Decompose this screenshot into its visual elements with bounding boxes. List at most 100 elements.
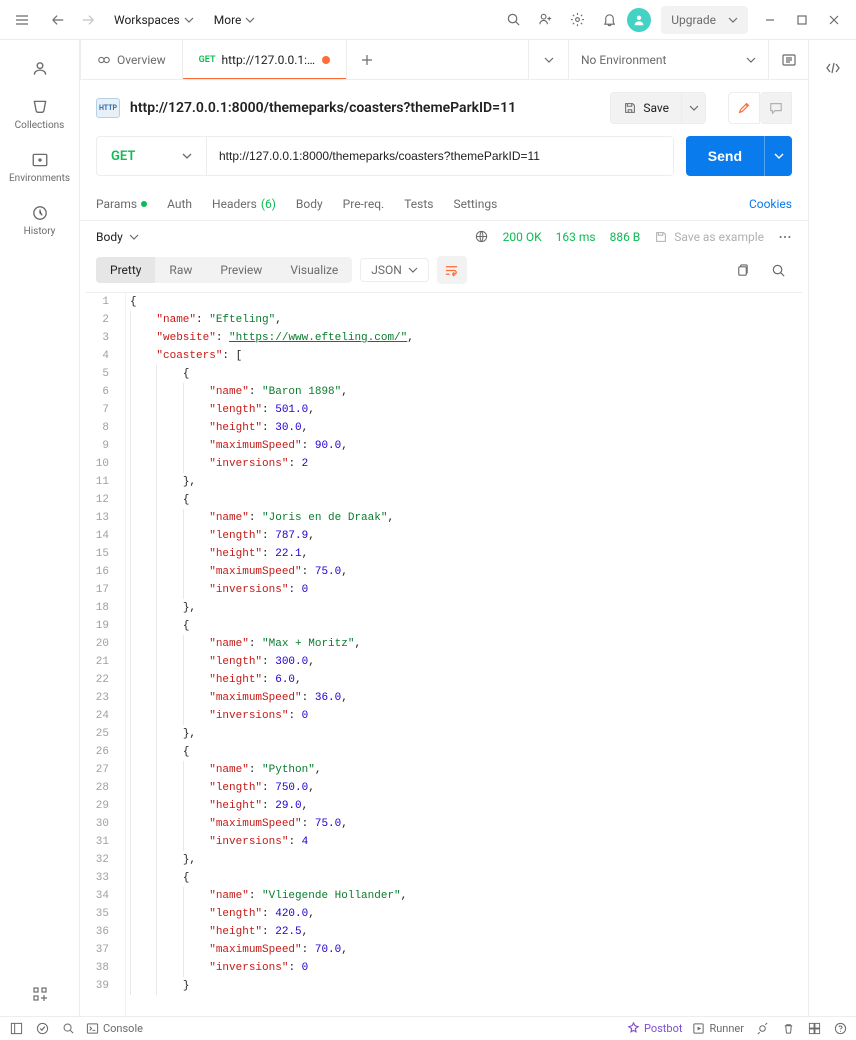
subtab-auth[interactable]: Auth xyxy=(167,197,192,211)
save-button[interactable]: Save xyxy=(610,92,682,124)
rail-configure[interactable] xyxy=(8,978,72,1016)
window-maximize[interactable] xyxy=(788,6,816,34)
tab-request-method: GET xyxy=(199,55,216,65)
tab-overview[interactable]: Overview xyxy=(80,40,183,79)
upgrade-button[interactable]: Upgrade xyxy=(661,6,748,34)
environment-label: No Environment xyxy=(581,53,666,67)
subtab-body-label: Body xyxy=(296,197,323,211)
rail-collections[interactable] xyxy=(8,52,72,86)
send-button[interactable]: Send xyxy=(686,136,764,176)
response-section-select[interactable]: Body xyxy=(96,230,139,244)
trash-icon[interactable] xyxy=(780,1021,796,1037)
window-minimize[interactable] xyxy=(756,6,784,34)
postbot-button[interactable]: Postbot xyxy=(627,1022,682,1035)
sync-ok-icon[interactable] xyxy=(34,1021,50,1037)
environment-quicklook[interactable] xyxy=(768,40,808,79)
center-pane: Overview GET http://127.0.0.1:8000/th No… xyxy=(80,40,808,1016)
forward-button[interactable] xyxy=(74,6,102,34)
console-button[interactable]: Console xyxy=(86,1022,143,1035)
request-title: http://127.0.0.1:8000/themeparks/coaster… xyxy=(130,100,600,116)
search-response-icon[interactable] xyxy=(764,256,792,284)
comment-icon[interactable] xyxy=(760,92,792,124)
subtab-prereq-label: Pre-req. xyxy=(343,197,385,211)
find-icon[interactable] xyxy=(60,1021,76,1037)
tab-add-button[interactable] xyxy=(347,40,387,79)
rail-environments-label: Environments xyxy=(9,173,70,184)
copy-icon[interactable] xyxy=(728,256,756,284)
panel-toggle-icon[interactable] xyxy=(8,1021,24,1037)
wrap-lines-icon[interactable] xyxy=(437,256,467,284)
settings-icon[interactable] xyxy=(563,6,591,34)
environment-select[interactable]: No Environment xyxy=(568,40,768,79)
save-label: Save xyxy=(643,101,669,115)
rail-history-item[interactable]: History xyxy=(8,196,72,245)
subtab-auth-label: Auth xyxy=(167,197,192,211)
format-label: JSON xyxy=(371,263,402,277)
layout-icon[interactable] xyxy=(806,1021,822,1037)
response-section-label: Body xyxy=(96,230,123,244)
workspaces-label: Workspaces xyxy=(114,13,180,27)
subtab-prereq[interactable]: Pre-req. xyxy=(343,197,385,211)
tab-request[interactable]: GET http://127.0.0.1:8000/th xyxy=(183,40,348,79)
response-size: 886 B xyxy=(610,230,641,244)
response-time: 163 ms xyxy=(556,230,596,244)
format-select[interactable]: JSON xyxy=(360,258,429,282)
tabs-dropdown[interactable] xyxy=(528,40,568,79)
more-menu[interactable]: More xyxy=(206,6,264,34)
view-mode-segment: Pretty Raw Preview Visualize xyxy=(96,257,352,283)
top-bar: Workspaces More Upgrade xyxy=(0,0,856,40)
notifications-icon[interactable] xyxy=(595,6,623,34)
tab-overview-label: Overview xyxy=(117,53,166,67)
seg-preview[interactable]: Preview xyxy=(206,257,276,283)
request-subtabs: Params Auth Headers (6) Body Pre-req. Te… xyxy=(80,188,808,220)
globe-icon[interactable] xyxy=(474,229,489,244)
invite-icon[interactable] xyxy=(531,6,559,34)
subtab-tests-label: Tests xyxy=(404,197,433,211)
console-label: Console xyxy=(103,1022,143,1035)
runner-button[interactable]: Runner xyxy=(692,1022,744,1035)
response-more-icon[interactable] xyxy=(778,230,792,244)
method-select[interactable]: GET xyxy=(97,137,207,175)
back-button[interactable] xyxy=(44,6,72,34)
rail-environments-item[interactable]: Environments xyxy=(8,143,72,192)
search-icon[interactable] xyxy=(499,6,527,34)
runner-label: Runner xyxy=(709,1022,744,1035)
right-rail xyxy=(808,40,856,1016)
method-label: GET xyxy=(111,149,135,164)
edit-icon[interactable] xyxy=(728,92,760,124)
save-example-button[interactable]: Save as example xyxy=(654,230,764,244)
send-dropdown[interactable] xyxy=(764,136,792,176)
window-close[interactable] xyxy=(820,6,848,34)
response-toolbar: Pretty Raw Preview Visualize JSON xyxy=(80,252,808,292)
params-active-dot xyxy=(141,201,147,207)
workspaces-menu[interactable]: Workspaces xyxy=(106,6,202,34)
hamburger-icon[interactable] xyxy=(8,6,36,34)
cookies-link[interactable]: Cookies xyxy=(749,197,792,211)
subtab-settings[interactable]: Settings xyxy=(453,197,497,211)
http-badge-icon: HTTP xyxy=(96,98,120,118)
json-viewer[interactable]: 1234567891011121314151617181920212223242… xyxy=(86,292,802,1016)
bottom-bar: Console Postbot Runner xyxy=(0,1016,856,1040)
rail-collections-item[interactable]: Collections xyxy=(8,90,72,139)
help-icon[interactable] xyxy=(832,1021,848,1037)
rail-history-label: History xyxy=(24,226,56,237)
url-row: GET Send xyxy=(80,136,808,188)
avatar[interactable] xyxy=(627,8,651,32)
subtab-params[interactable]: Params xyxy=(96,197,147,211)
seg-raw[interactable]: Raw xyxy=(155,257,206,283)
save-dropdown[interactable] xyxy=(682,92,706,124)
code-area[interactable]: { "name": "Efteling", "website": "https:… xyxy=(126,293,802,1016)
url-input[interactable] xyxy=(207,137,673,175)
upgrade-label: Upgrade xyxy=(671,13,716,27)
subtab-tests[interactable]: Tests xyxy=(404,197,433,211)
unsaved-dot-icon xyxy=(322,56,330,64)
postbot-label: Postbot xyxy=(644,1022,682,1035)
more-label: More xyxy=(214,13,242,27)
seg-visualize[interactable]: Visualize xyxy=(276,257,352,283)
subtab-headers[interactable]: Headers (6) xyxy=(212,197,276,211)
seg-pretty[interactable]: Pretty xyxy=(96,257,155,283)
subtab-body[interactable]: Body xyxy=(296,197,323,211)
code-panel-icon[interactable] xyxy=(817,52,849,84)
line-gutter: 1234567891011121314151617181920212223242… xyxy=(86,293,126,1016)
capture-icon[interactable] xyxy=(754,1021,770,1037)
